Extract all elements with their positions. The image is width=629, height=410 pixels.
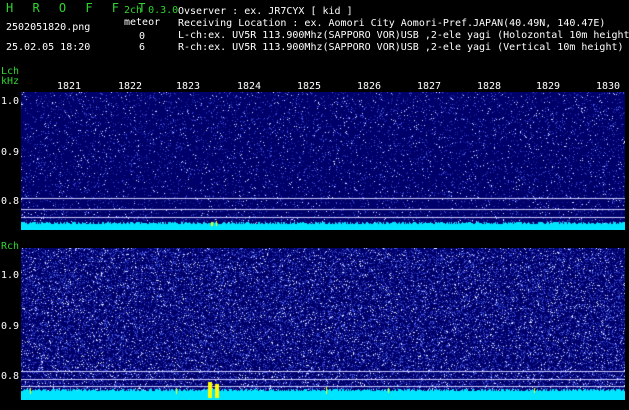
lch-freq-tick: 0.8 <box>1 196 20 207</box>
filename-label: 2502051820.png <box>6 22 91 33</box>
location-line: Receiving Location : ex. Aomori City Aom… <box>178 18 606 29</box>
time-tick: 1823 <box>176 81 201 92</box>
rch-label: Rch <box>1 241 20 252</box>
time-tick: 1829 <box>536 81 561 92</box>
lch-config-line: L-ch:ex. UV5R 113.900Mhz(SAPPORO VOR)USB… <box>178 30 629 41</box>
version-label: 2ch 0.3.0 <box>124 5 179 16</box>
observer-line: Ovserver : ex. JR7CYX [ kid ] <box>178 6 353 17</box>
time-tick: 1821 <box>57 81 82 92</box>
lch-freq-tick: 1.0 <box>1 96 20 107</box>
time-tick: 1822 <box>118 81 143 92</box>
lch-spectrogram <box>21 92 625 230</box>
rch-spectrogram <box>21 248 625 400</box>
rch-meteor-count: 6 <box>139 42 146 53</box>
rch-freq-tick: 0.9 <box>1 321 20 332</box>
meteor-label: meteor <box>124 17 161 28</box>
time-tick: 1826 <box>357 81 382 92</box>
time-tick: 1824 <box>237 81 262 92</box>
time-tick: 1828 <box>477 81 502 92</box>
lch-freq-tick: 0.9 <box>1 147 20 158</box>
rch-config-line: R-ch:ex. UV5R 113.900Mhz(SAPPORO VOR)USB… <box>178 42 624 53</box>
lch-meteor-count: 0 <box>139 31 146 42</box>
time-tick: 1827 <box>417 81 442 92</box>
time-tick: 1825 <box>297 81 322 92</box>
rch-freq-tick: 0.8 <box>1 371 20 382</box>
lch-unit: kHz <box>1 76 20 87</box>
time-tick: 1830 <box>596 81 621 92</box>
timestamp-label: 25.02.05 18:20 <box>6 42 91 53</box>
rch-freq-tick: 1.0 <box>1 270 20 281</box>
